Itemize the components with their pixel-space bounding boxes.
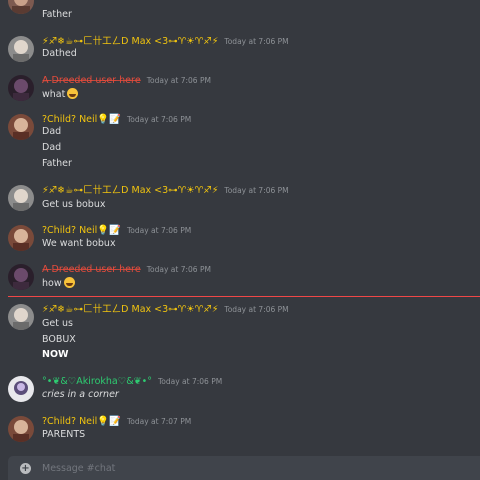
avatar[interactable] [8,376,34,402]
new-messages-divider [8,296,480,297]
message-line: Dad [42,126,62,137]
author-name[interactable]: ⚡♐❄☕⊶匚卄工ㄥD Max <3⊶♈☀♈♐⚡ [42,36,218,47]
author-name[interactable]: ?Child? Neil💡📝 [42,225,121,236]
avatar[interactable] [8,225,34,251]
message-author[interactable]: ⚡♐❄☕⊶匚卄工ㄥD Max <3⊶♈☀♈♐⚡ Today at 7:06 PM [42,304,289,316]
avatar[interactable] [8,75,34,101]
message-composer: + [8,456,480,480]
timestamp: Today at 7:06 PM [146,76,211,85]
author-name[interactable]: ?Child? Neil💡📝 [42,114,121,125]
message-line: how [42,277,75,290]
avatar[interactable] [8,185,34,211]
author-name[interactable]: A̶ ̶D̶r̶e̶e̶d̶e̶d̶ ̶u̶s̶e̶r̶ ̶h̶e̶r̶e̶ [42,264,141,275]
plus-icon[interactable]: + [20,463,31,474]
message-author[interactable]: ?Child? Neil💡📝 Today at 7:06 PM [42,225,191,237]
author-name[interactable]: ⚡♐❄☕⊶匚卄工ㄥD Max <3⊶♈☀♈♐⚡ [42,185,218,196]
message-line: Dathed [42,48,77,59]
crying-face-icon [67,88,79,99]
message-author[interactable]: ?Child? Neil💡📝 Today at 7:06 PM [42,114,191,126]
message-author[interactable]: ⚡♐❄☕⊶匚卄工ㄥD Max <3⊶♈☀♈♐⚡ Today at 7:06 PM [42,185,289,197]
message-author[interactable]: ⚡♐❄☕⊶匚卄工ㄥD Max <3⊶♈☀♈♐⚡ Today at 7:06 PM [42,36,289,48]
author-name[interactable]: °•❦&♡Akirokha♡&❦•° [42,376,152,387]
timestamp: Today at 7:06 PM [224,305,289,314]
avatar[interactable] [8,304,34,330]
message-line: what [42,88,79,101]
author-name[interactable]: A̶ ̶D̶r̶e̶e̶d̶e̶d̶ ̶u̶s̶e̶r̶ ̶h̶e̶r̶e̶ [42,75,141,86]
message-author[interactable]: °•❦&♡Akirokha♡&❦•° Today at 7:06 PM [42,376,222,388]
message-line: cries in a corner [42,389,119,400]
message-line: Dad [42,142,62,153]
message-line: Father [42,9,72,20]
message-line: BOBUX [42,334,76,345]
message-input[interactable] [42,461,462,475]
timestamp: Today at 7:06 PM [126,226,192,235]
timestamp: Today at 7:07 PM [126,417,192,426]
timestamp: Today at 7:06 PM [146,265,211,274]
message-author[interactable]: A̶ ̶D̶r̶e̶e̶d̶e̶d̶ ̶u̶s̶e̶r̶ ̶h̶e̶r̶e̶ To… [42,264,211,276]
message-author[interactable]: A̶ ̶D̶r̶e̶e̶d̶e̶d̶ ̶u̶s̶e̶r̶ ̶h̶e̶r̶e̶ To… [42,75,211,87]
message-line: Get us bobux [42,199,106,210]
message-text: how [42,278,62,289]
message-line: Get us [42,318,73,329]
message-text: what [42,89,66,100]
crying-face-icon [63,277,75,288]
message-author[interactable]: ?Child? Neil💡📝 Today at 7:07 PM [42,416,191,428]
avatar[interactable] [8,264,34,290]
message-list: Father ⚡♐❄☕⊶匚卄工ㄥD Max <3⊶♈☀♈♐⚡ Today at 7… [0,0,480,450]
message-line: Father [42,158,72,169]
avatar[interactable] [8,416,34,442]
message-line: We want bobux [42,238,116,249]
avatar[interactable] [8,114,34,140]
author-name[interactable]: ⚡♐❄☕⊶匚卄工ㄥD Max <3⊶♈☀♈♐⚡ [42,304,218,315]
timestamp: Today at 7:06 PM [126,115,192,124]
avatar[interactable] [8,0,34,14]
timestamp: Today at 7:06 PM [224,186,289,195]
timestamp: Today at 7:06 PM [157,377,223,386]
author-name[interactable]: ?Child? Neil💡📝 [42,416,121,427]
message-line: NOW [42,349,69,360]
timestamp: Today at 7:06 PM [224,37,289,46]
avatar[interactable] [8,36,34,62]
message-line: PARENTS [42,429,86,440]
